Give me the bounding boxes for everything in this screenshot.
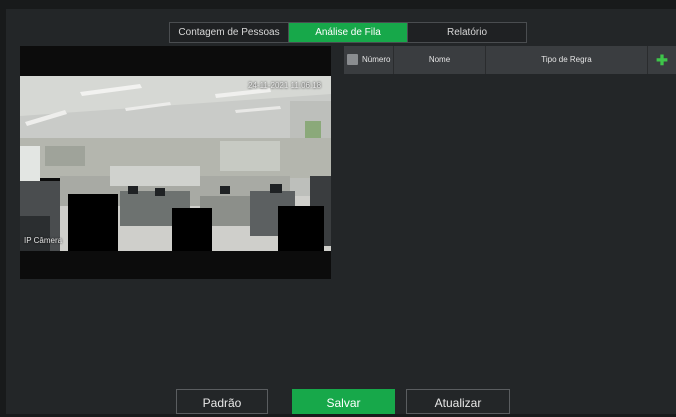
video-timestamp: 24-11-2021 11:06:18 — [248, 81, 322, 90]
column-number-label: Número — [362, 55, 391, 64]
column-number: Número — [344, 46, 394, 74]
plus-icon: ✚ — [656, 52, 668, 68]
column-name: Nome — [394, 46, 486, 74]
tab-report[interactable]: Relatório — [408, 23, 526, 42]
refresh-button[interactable]: Atualizar — [406, 389, 510, 414]
add-rule-button[interactable]: ✚ — [648, 46, 676, 74]
video-preview: 24-11-2021 11:06:18 IP Câmera — [20, 46, 331, 279]
tab-bar: Contagem de Pessoas Análise de Fila Rela… — [169, 22, 527, 43]
default-button[interactable]: Padrão — [176, 389, 268, 414]
save-button[interactable]: Salvar — [292, 389, 395, 414]
rules-table-header: Número Nome Tipo de Regra ✚ — [344, 46, 676, 74]
video-camera-label: IP Câmera — [24, 236, 63, 245]
column-rule-type: Tipo de Regra — [486, 46, 648, 74]
tab-people-count[interactable]: Contagem de Pessoas — [170, 23, 289, 42]
select-all-checkbox[interactable] — [347, 54, 358, 66]
tab-queue-analysis[interactable]: Análise de Fila — [289, 23, 408, 42]
